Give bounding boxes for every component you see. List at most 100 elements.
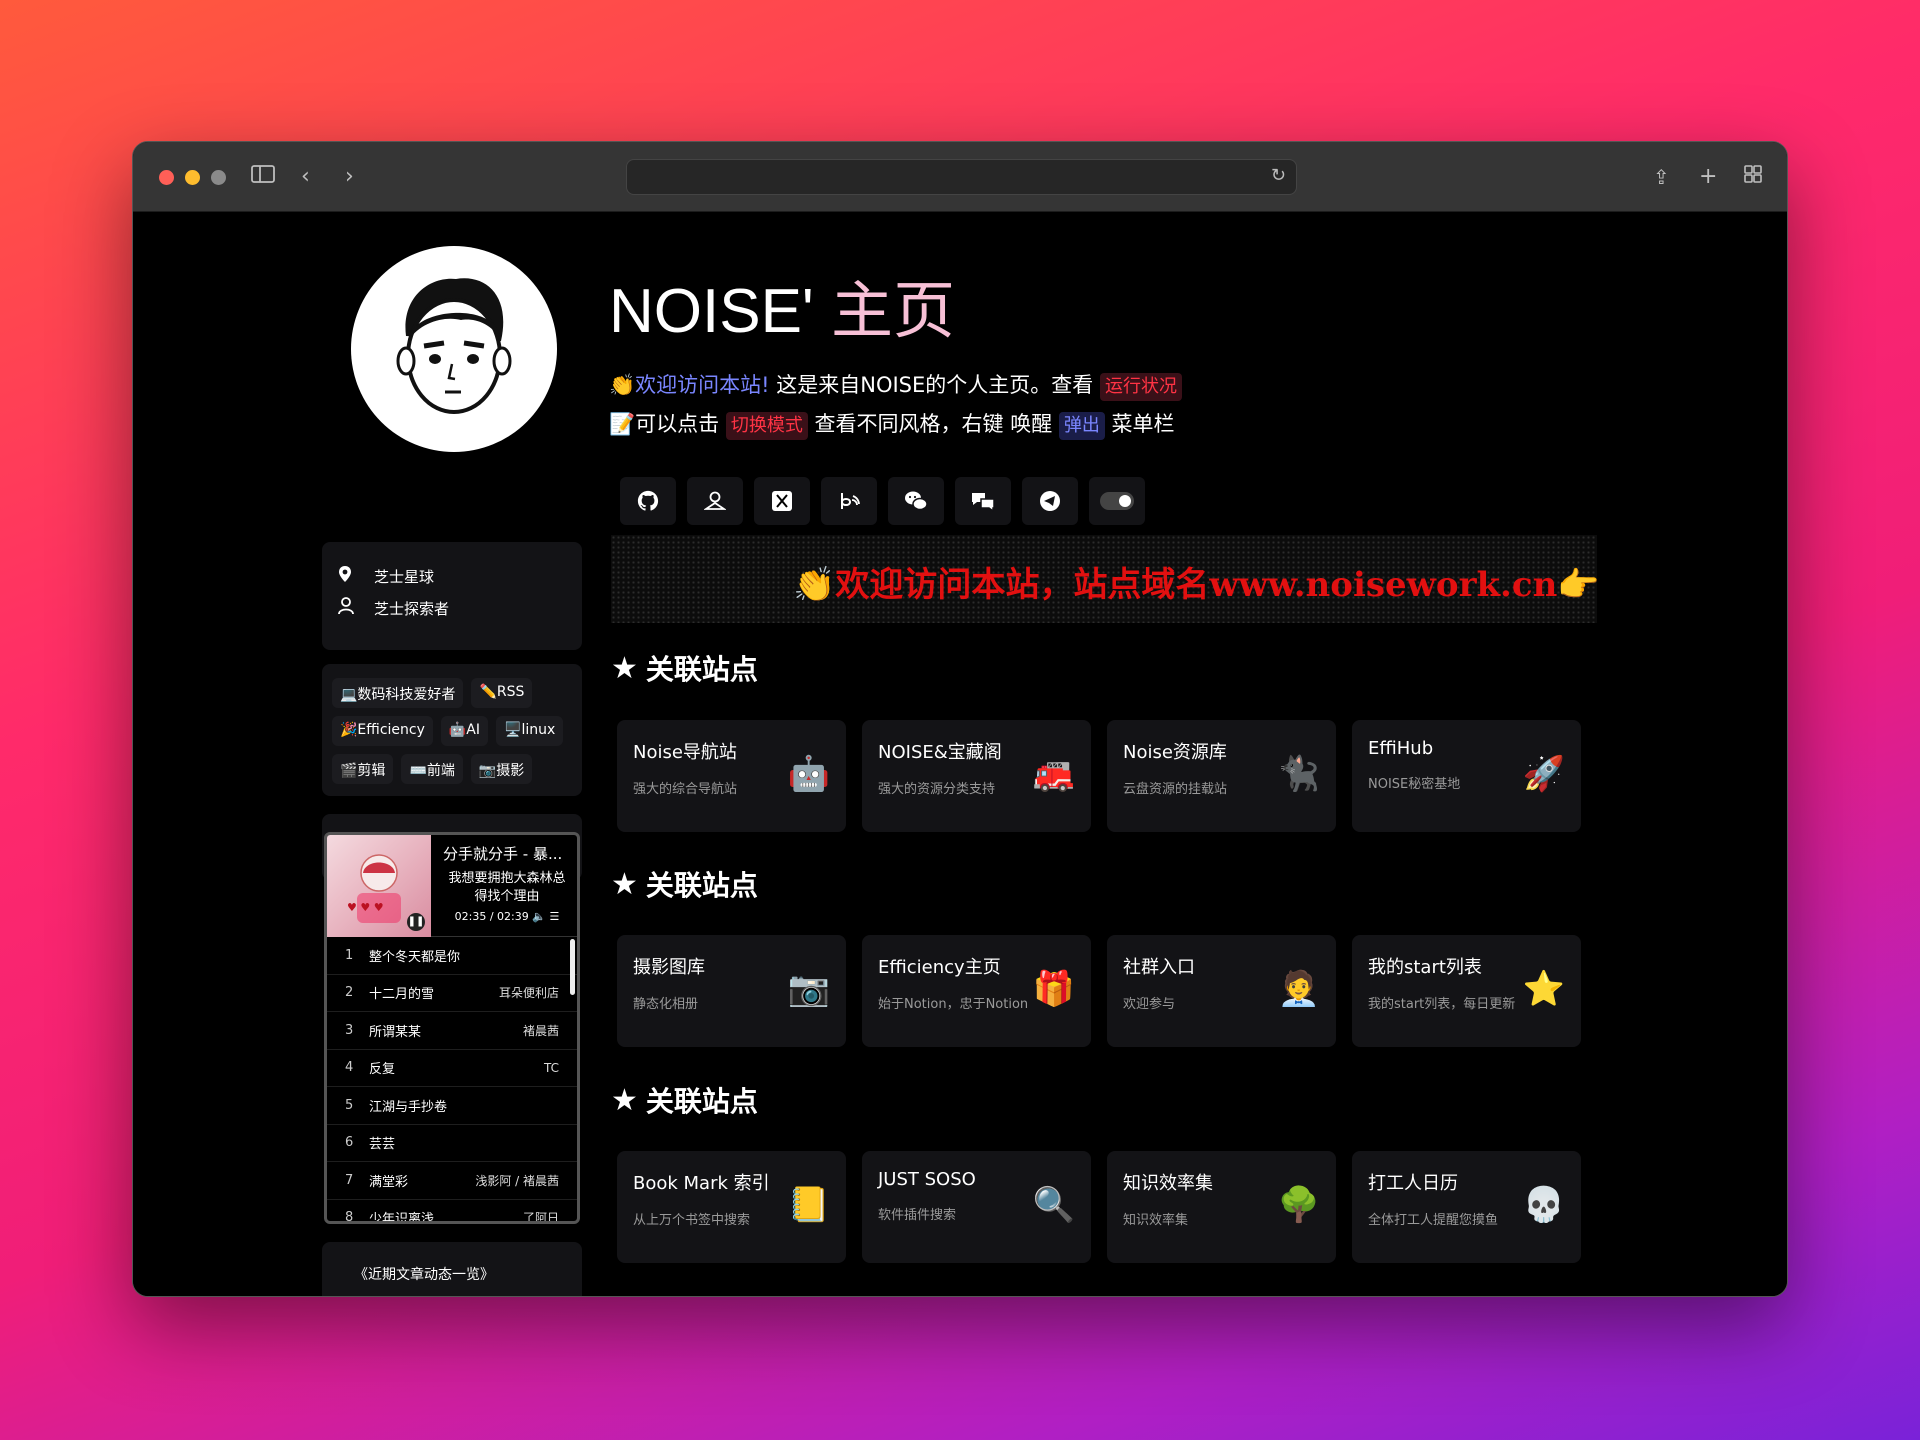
skull-icon: 💀 (1522, 1185, 1565, 1225)
reload-icon[interactable]: ↻ (1271, 165, 1286, 186)
section-title: ★ 关联站点 (611, 864, 758, 904)
profile-info-card: 芝士星球 芝士探索者 (322, 542, 582, 650)
track-name: 反复 (369, 1062, 396, 1078)
chat-icon (972, 493, 995, 512)
forward-icon[interactable]: › (345, 164, 354, 190)
tag-photography[interactable]: 📷摄影 (470, 754, 533, 784)
star-badge-icon: ⭐ (1522, 969, 1565, 1009)
popup-badge[interactable]: 弹出 (1058, 412, 1105, 440)
star-icon: ★ (611, 866, 638, 902)
album-cover: ♥ ♥ ♥ ❚❚ (327, 835, 431, 937)
svg-text:♥ ♥ ♥: ♥ ♥ ♥ (347, 901, 384, 914)
x-button[interactable] (754, 477, 810, 525)
tag-frontend[interactable]: ⌨️前端 (401, 754, 463, 784)
intro-line-1: 👏欢迎访问本站! 这是来自NOISE的个人主页。查看 运行状况 (609, 366, 1182, 404)
tag-digital[interactable]: 💻数码科技爱好者 (332, 678, 464, 708)
tag-rss[interactable]: ✏️RSS (471, 678, 533, 708)
site-card[interactable]: 知识效率集 知识效率集 🌳 (1107, 1151, 1336, 1263)
track-info: 分手就分手 - 暴... 我想要拥抱大森林总得找个理由 02:35 / 02:3… (431, 835, 577, 936)
site-card[interactable]: Book Mark 索引 从上万个书签中搜索 📒 (617, 1151, 846, 1263)
playback-controls: 02:35 / 02:39 🔈 ☰ (443, 910, 571, 923)
music-player: ♥ ♥ ♥ ❚❚ 分手就分手 - 暴... 我想要拥抱大森林总得找个理由 02:… (324, 832, 580, 1224)
site-card[interactable]: Noise资源库 云盘资源的挂载站 🐈‍⬛ (1107, 720, 1336, 832)
site-card[interactable]: 我的start列表 我的start列表，每日更新 ⭐ (1352, 935, 1581, 1047)
home-button[interactable] (687, 477, 743, 525)
track-number: 4 (345, 1060, 354, 1076)
tag-ai[interactable]: 🤖AI (440, 716, 489, 746)
role-text: 芝士探索者 (374, 599, 450, 618)
track-row[interactable]: 6 芸芸 (327, 1125, 577, 1162)
switch-mode-badge[interactable]: 切换模式 (725, 412, 808, 440)
site-card[interactable]: 摄影图库 静态化相册 📷 (617, 935, 846, 1047)
github-button[interactable] (620, 477, 676, 525)
section-title-text: 关联站点 (645, 653, 758, 686)
site-card[interactable]: NOISE&宝藏阁 强大的资源分类支持 🚒 (862, 720, 1091, 832)
role-row: 芝士探索者 (322, 592, 582, 624)
track-list: 1 整个冬天都是你 2 十二月的雪 耳朵便利店 3 所谓某某 褚晨茜 4 反复 TC 5 江湖与… (327, 937, 577, 1224)
player-header: ♥ ♥ ♥ ❚❚ 分手就分手 - 暴... 我想要拥抱大森林总得找个理由 02:… (327, 835, 577, 937)
track-name: 所谓某某 (369, 1024, 422, 1040)
playlist-icon[interactable]: ☰ (549, 910, 559, 923)
zoom-window-button[interactable] (211, 170, 226, 185)
track-row[interactable]: 8 少年识离浅 了阿日 (327, 1200, 577, 1224)
title-name: NOISE' (609, 277, 814, 346)
chat-button[interactable] (955, 477, 1011, 525)
black-cat-icon: 🐈‍⬛ (1277, 754, 1320, 794)
site-card[interactable]: Efficiency主页 始于Notion，忠于Notion 🎁 (862, 935, 1091, 1047)
page-title: NOISE' 主页 (609, 260, 955, 350)
track-row[interactable]: 1 整个冬天都是你 (327, 937, 577, 975)
tag-editing[interactable]: 🎬剪辑 (332, 754, 394, 784)
track-row[interactable]: 7 满堂彩 浅影阿 / 褚晨茜 (327, 1162, 577, 1200)
tag-linux[interactable]: 🖥️linux (496, 716, 564, 746)
location-row: 芝士星球 (322, 560, 582, 592)
wechat-button[interactable] (888, 477, 944, 525)
intro-text: 这是来自NOISE的个人主页。查看 (769, 373, 1100, 397)
close-window-button[interactable] (159, 170, 174, 185)
track-artist: 了阿日 (522, 1211, 559, 1224)
theme-toggle-button[interactable] (1089, 477, 1145, 525)
volume-icon[interactable]: 🔈 (532, 910, 546, 923)
status-badge[interactable]: 运行状况 (1099, 373, 1182, 401)
share-icon[interactable]: ⇪ (1653, 164, 1670, 190)
page-content: 芝士星球 芝士探索者 💻数码科技爱好者 ✏️RSS 🎉Efficiency 🤖A… (133, 212, 1787, 1296)
star-icon: ★ (611, 1082, 638, 1118)
address-bar[interactable]: ↻ (626, 159, 1297, 195)
site-grid: 摄影图库 静态化相册 📷 Efficiency主页 始于Notion，忠于Notion… (617, 935, 1581, 1047)
track-number: 8 (345, 1210, 354, 1224)
tag-efficiency[interactable]: 🎉Efficiency (332, 716, 433, 746)
pause-icon[interactable]: ❚❚ (407, 913, 425, 931)
track-name: 少年识离浅 (369, 1212, 435, 1224)
section-title: ★ 关联站点 (611, 648, 758, 688)
memo-icon: 📝 (609, 412, 636, 436)
fire-truck-icon: 🚒 (1032, 754, 1075, 794)
site-card[interactable]: Noise导航站 强大的综合导航站 🤖 (617, 720, 846, 832)
site-grid: Noise导航站 强大的综合导航站 🤖 NOISE&宝藏阁 强大的资源分类支持 🚒 No… (617, 720, 1581, 832)
site-card[interactable]: JUST SOSO 软件插件搜索 🔍 (862, 1151, 1091, 1263)
site-card[interactable]: EffiHub NOISE秘密基地 🚀 (1352, 720, 1581, 832)
back-icon[interactable]: ‹ (301, 164, 310, 190)
site-card[interactable]: 打工人日历 全体打工人提醒您摸鱼 💀 (1352, 1151, 1581, 1263)
bilibili-button[interactable] (821, 477, 877, 525)
new-tab-icon[interactable]: + (1699, 164, 1717, 190)
theme-toggle[interactable] (1100, 492, 1134, 510)
intro-text-2b: 查看不同风格，右键 唤醒 (807, 412, 1059, 436)
track-row[interactable]: 3 所谓某某 褚晨茜 (327, 1012, 577, 1050)
notebook-icon: 📒 (787, 1185, 830, 1225)
clap-icon: 👏 (609, 373, 636, 397)
tab-overview-icon[interactable] (1743, 164, 1763, 191)
recent-posts-card[interactable]: 《近期文章动态一览》 (322, 1242, 582, 1296)
track-row[interactable]: 2 十二月的雪 耳朵便利店 (327, 975, 577, 1012)
minimize-window-button[interactable] (185, 170, 200, 185)
playlist-scrollbar[interactable] (570, 939, 575, 995)
bilibili-icon (841, 493, 860, 509)
telegram-button[interactable] (1022, 477, 1078, 525)
site-card[interactable]: 社群入口 欢迎参与 🧑‍💼 (1107, 935, 1336, 1047)
intro-text-2a: 可以点击 (635, 412, 726, 436)
track-name: 芸芸 (369, 1137, 396, 1153)
track-row[interactable]: 5 江湖与手抄卷 (327, 1087, 577, 1125)
location-text: 芝士星球 (374, 567, 435, 586)
sidebar-toggle-icon[interactable] (251, 164, 275, 191)
star-icon: ★ (611, 650, 638, 686)
home-icon (704, 491, 726, 510)
track-row[interactable]: 4 反复 TC (327, 1050, 577, 1087)
